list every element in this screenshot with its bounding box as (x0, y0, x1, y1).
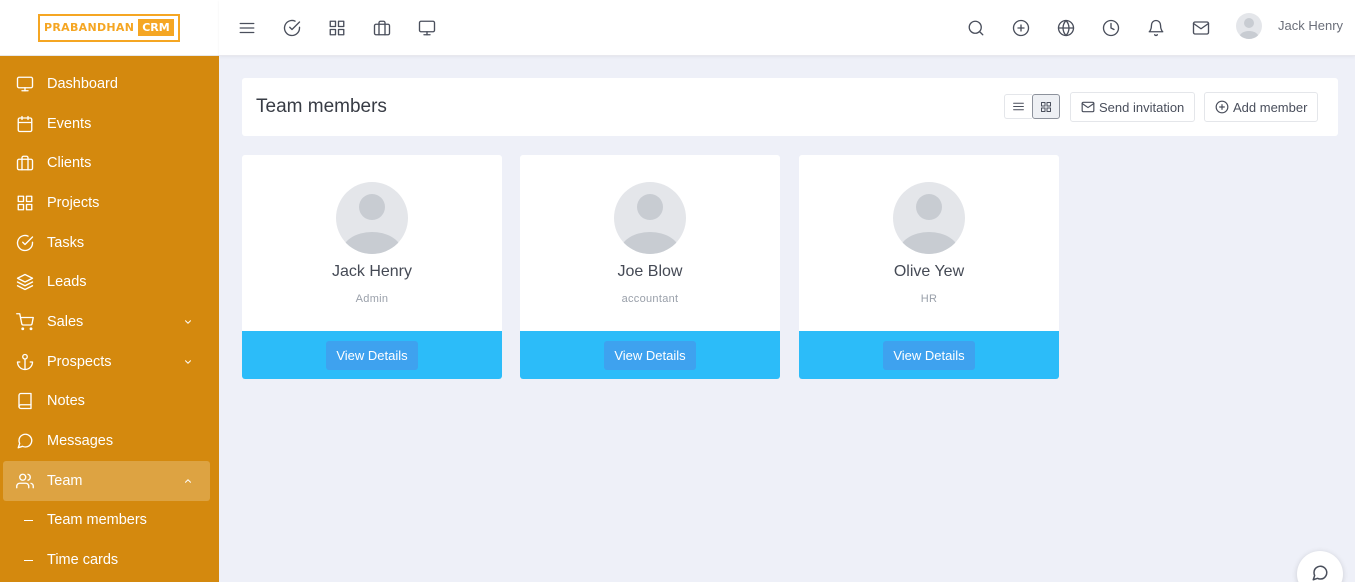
grid-icon (1041, 101, 1051, 112)
sidebar-item-label: Clients (47, 155, 92, 172)
sidebar-item-label: Messages (47, 433, 114, 450)
briefcase-icon (16, 154, 34, 172)
book-icon (16, 392, 34, 410)
sidebar-item-label: Projects (47, 194, 100, 211)
sidebar-subitem-team-members[interactable]: Team members (0, 501, 219, 541)
user-avatar[interactable] (1236, 13, 1262, 39)
anchor-icon (16, 353, 34, 371)
chevron-up-icon (183, 476, 193, 486)
check-circle-icon[interactable] (281, 17, 303, 39)
sidebar-item-label: Prospects (47, 353, 112, 370)
plus-circle-icon (1215, 100, 1229, 114)
menu-icon[interactable] (236, 17, 258, 39)
cart-icon (16, 313, 34, 331)
bell-icon[interactable] (1145, 17, 1167, 39)
avatar (336, 182, 408, 254)
sidebar-item-label: Team (47, 472, 83, 489)
chat-button[interactable] (1297, 551, 1343, 582)
briefcase-icon[interactable] (371, 17, 393, 39)
users-icon (16, 472, 34, 490)
sidebar-item-notes[interactable]: Notes (0, 382, 219, 422)
member-role: Admin (355, 293, 389, 305)
sidebar-item-dashboard[interactable]: Dashboard (0, 64, 219, 104)
chevron-down-icon (183, 357, 193, 367)
user-name[interactable]: Jack Henry (1278, 18, 1343, 33)
list-icon (1013, 102, 1024, 111)
sidebar-item-events[interactable]: Events (0, 104, 219, 144)
message-icon (16, 432, 34, 450)
sidebar-item-messages[interactable]: Messages (0, 421, 219, 461)
globe-icon[interactable] (1055, 17, 1077, 39)
send-invitation-label: Send invitation (1099, 99, 1185, 115)
chevron-down-icon (183, 317, 193, 327)
member-name: Olive Yew (893, 263, 965, 280)
sidebar-item-sales[interactable]: Sales (0, 302, 219, 342)
sidebar-item-clients[interactable]: Clients (0, 143, 219, 183)
add-member-label: Add member (1233, 99, 1308, 115)
page-header: Team members Send invitation Add member (242, 78, 1338, 136)
grid-icon (16, 194, 34, 212)
add-member-button[interactable]: Add member (1204, 92, 1319, 122)
avatar (614, 182, 686, 254)
view-details-button[interactable]: View Details (604, 340, 696, 370)
sidebar-item-leads[interactable]: Leads (0, 262, 219, 302)
message-icon (1312, 565, 1328, 581)
logo-area: PRABANDHAN CRM (0, 0, 219, 56)
member-card: Olive Yew HR View Details (799, 155, 1059, 379)
mail-icon[interactable] (1190, 17, 1212, 39)
monitor-icon (16, 75, 34, 93)
sidebar-item-projects[interactable]: Projects (0, 183, 219, 223)
calendar-icon (16, 115, 34, 133)
grid-icon[interactable] (326, 17, 348, 39)
view-details-button[interactable]: View Details (326, 340, 418, 370)
member-card: Jack Henry Admin View Details (242, 155, 502, 379)
member-role: accountant (621, 293, 679, 305)
sidebar-item-label: Sales (47, 313, 84, 330)
card-footer: View Details (242, 331, 502, 379)
sidebar-menu: Dashboard Events Clients Projects Tasks … (0, 64, 219, 580)
monitor-icon[interactable] (416, 17, 438, 39)
sidebar-subitem-time-cards[interactable]: Time cards (0, 540, 219, 580)
card-footer: View Details (520, 331, 780, 379)
check-circle-icon (16, 234, 34, 252)
avatar (893, 182, 965, 254)
list-view-button[interactable] (1004, 94, 1032, 119)
sidebar-item-label: Events (47, 115, 92, 132)
member-name: Joe Blow (617, 263, 683, 280)
grid-view-button[interactable] (1032, 94, 1060, 119)
layers-icon (16, 273, 34, 291)
clock-icon[interactable] (1100, 17, 1122, 39)
dash-icon (24, 559, 33, 561)
topbar: Jack Henry (219, 0, 1355, 56)
mail-icon (1081, 101, 1095, 113)
sidebar-item-prospects[interactable]: Prospects (0, 342, 219, 382)
view-details-button[interactable]: View Details (883, 340, 975, 370)
sidebar-item-label: Notes (47, 393, 85, 410)
sidebar-item-team[interactable]: Team (3, 460, 210, 501)
search-icon[interactable] (965, 17, 987, 39)
card-footer: View Details (799, 331, 1059, 379)
send-invitation-button[interactable]: Send invitation (1070, 92, 1196, 122)
logo-text: PRABANDHAN (44, 21, 135, 34)
member-role: HR (920, 293, 938, 305)
sidebar-item-label: Leads (47, 274, 87, 291)
app-logo[interactable]: PRABANDHAN CRM (38, 13, 180, 42)
logo-badge: CRM (138, 19, 174, 36)
sidebar-subitem-label: Team members (47, 512, 147, 529)
plus-circle-icon[interactable] (1010, 17, 1032, 39)
view-toggle (1004, 94, 1061, 119)
sidebar: PRABANDHAN CRM Dashboard Events Clients … (0, 0, 219, 582)
member-card: Joe Blow accountant View Details (520, 155, 780, 379)
page-title: Team members (256, 96, 387, 117)
member-name: Jack Henry (331, 263, 413, 280)
sidebar-subitem-label: Time cards (47, 552, 119, 569)
sidebar-item-tasks[interactable]: Tasks (0, 223, 219, 263)
dash-icon (24, 519, 33, 521)
sidebar-item-label: Tasks (47, 234, 85, 251)
sidebar-item-label: Dashboard (47, 75, 118, 92)
